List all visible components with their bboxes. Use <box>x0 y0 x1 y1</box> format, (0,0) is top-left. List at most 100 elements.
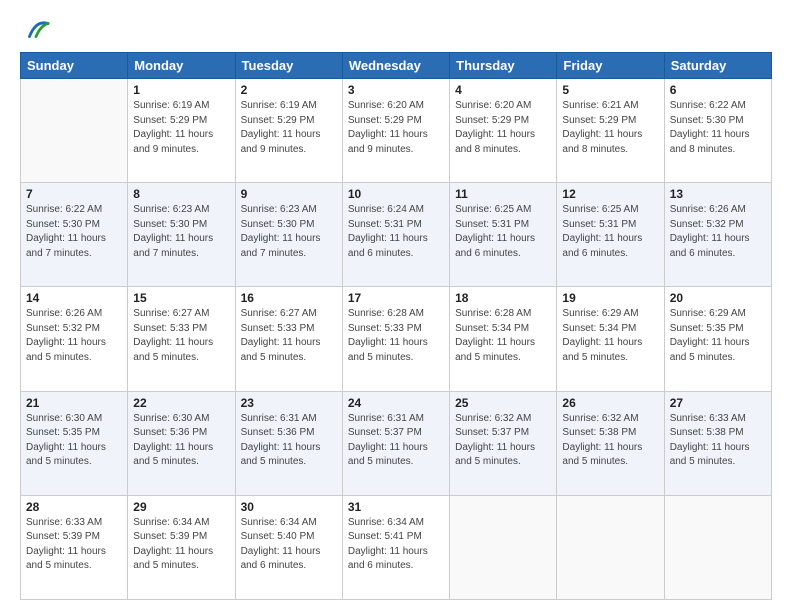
day-number: 25 <box>455 396 551 410</box>
calendar-day-cell: 17 Sunrise: 6:28 AM Sunset: 5:33 PM Dayli… <box>342 287 449 391</box>
weekday-header-saturday: Saturday <box>664 53 771 79</box>
calendar-day-cell: 10Sunrise: 6:24 AM Sunset: 5:31 PM Dayli… <box>342 183 449 287</box>
day-number: 8 <box>133 187 229 201</box>
calendar-day-cell: 26 Sunrise: 6:32 AM Sunset: 5:38 PM Dayli… <box>557 391 664 495</box>
calendar-day-cell <box>21 79 128 183</box>
day-info: Sunrise: 6:29 AM Sunset: 5:35 PM Dayligh… <box>670 307 766 365</box>
calendar-day-cell: 28Sunrise: 6:33 AM Sunset: 5:39 PM Dayli… <box>21 495 128 599</box>
day-number: 23 <box>241 396 337 410</box>
day-number: 17 <box>348 291 444 305</box>
calendar-day-cell: 30 Sunrise: 6:34 AM Sunset: 5:40 PM Dayli… <box>235 495 342 599</box>
day-info: Sunrise: 6:27 AM Sunset: 5:33 PM Dayligh… <box>133 307 229 365</box>
calendar-day-cell: 7 Sunrise: 6:22 AM Sunset: 5:30 PM Daylig… <box>21 183 128 287</box>
day-number: 26 <box>562 396 658 410</box>
calendar-day-cell: 27 Sunrise: 6:33 AM Sunset: 5:38 PM Dayli… <box>664 391 771 495</box>
day-number: 19 <box>562 291 658 305</box>
day-number: 7 <box>26 187 122 201</box>
calendar-day-cell: 1 Sunrise: 6:19 AM Sunset: 5:29 PM Daylig… <box>128 79 235 183</box>
calendar-day-cell: 14Sunrise: 6:26 AM Sunset: 5:32 PM Dayli… <box>21 287 128 391</box>
calendar-day-cell: 21 Sunrise: 6:30 AM Sunset: 5:35 PM Dayli… <box>21 391 128 495</box>
page: SundayMondayTuesdayWednesdayThursdayFrid… <box>0 0 792 612</box>
day-info: Sunrise: 6:31 AM Sunset: 5:36 PM Dayligh… <box>241 412 337 470</box>
weekday-header-monday: Monday <box>128 53 235 79</box>
weekday-header-friday: Friday <box>557 53 664 79</box>
day-info: Sunrise: 6:33 AM Sunset: 5:39 PM Dayligh… <box>26 516 122 574</box>
day-number: 5 <box>562 83 658 97</box>
day-info: Sunrise: 6:28 AM Sunset: 5:33 PM Dayligh… <box>348 307 444 365</box>
day-number: 24 <box>348 396 444 410</box>
day-number: 6 <box>670 83 766 97</box>
day-number: 20 <box>670 291 766 305</box>
weekday-header-row: SundayMondayTuesdayWednesdayThursdayFrid… <box>21 53 772 79</box>
day-number: 22 <box>133 396 229 410</box>
calendar-day-cell: 2Sunrise: 6:19 AM Sunset: 5:29 PM Daylig… <box>235 79 342 183</box>
day-info: Sunrise: 6:23 AM Sunset: 5:30 PM Dayligh… <box>133 203 229 261</box>
calendar-day-cell: 20 Sunrise: 6:29 AM Sunset: 5:35 PM Dayli… <box>664 287 771 391</box>
calendar-day-cell: 3 Sunrise: 6:20 AM Sunset: 5:29 PM Daylig… <box>342 79 449 183</box>
day-info: Sunrise: 6:34 AM Sunset: 5:41 PM Dayligh… <box>348 516 444 574</box>
day-info: Sunrise: 6:20 AM Sunset: 5:29 PM Dayligh… <box>455 99 551 157</box>
day-info: Sunrise: 6:32 AM Sunset: 5:38 PM Dayligh… <box>562 412 658 470</box>
calendar-day-cell: 16 Sunrise: 6:27 AM Sunset: 5:33 PM Dayli… <box>235 287 342 391</box>
calendar-day-cell <box>557 495 664 599</box>
day-number: 21 <box>26 396 122 410</box>
weekday-header-tuesday: Tuesday <box>235 53 342 79</box>
calendar-day-cell: 9 Sunrise: 6:23 AM Sunset: 5:30 PM Daylig… <box>235 183 342 287</box>
day-number: 30 <box>241 500 337 514</box>
day-info: Sunrise: 6:23 AM Sunset: 5:30 PM Dayligh… <box>241 203 337 261</box>
day-number: 12 <box>562 187 658 201</box>
day-info: Sunrise: 6:32 AM Sunset: 5:37 PM Dayligh… <box>455 412 551 470</box>
day-number: 14 <box>26 291 122 305</box>
logo-icon <box>22 16 50 44</box>
weekday-header-wednesday: Wednesday <box>342 53 449 79</box>
calendar-week-row: 21 Sunrise: 6:30 AM Sunset: 5:35 PM Dayli… <box>21 391 772 495</box>
day-info: Sunrise: 6:25 AM Sunset: 5:31 PM Dayligh… <box>455 203 551 261</box>
calendar-day-cell: 29Sunrise: 6:34 AM Sunset: 5:39 PM Dayli… <box>128 495 235 599</box>
calendar-day-cell: 18 Sunrise: 6:28 AM Sunset: 5:34 PM Dayli… <box>450 287 557 391</box>
day-info: Sunrise: 6:20 AM Sunset: 5:29 PM Dayligh… <box>348 99 444 157</box>
day-number: 16 <box>241 291 337 305</box>
day-info: Sunrise: 6:24 AM Sunset: 5:31 PM Dayligh… <box>348 203 444 261</box>
weekday-header-thursday: Thursday <box>450 53 557 79</box>
day-info: Sunrise: 6:19 AM Sunset: 5:29 PM Dayligh… <box>133 99 229 157</box>
day-info: Sunrise: 6:28 AM Sunset: 5:34 PM Dayligh… <box>455 307 551 365</box>
calendar-day-cell: 11Sunrise: 6:25 AM Sunset: 5:31 PM Dayli… <box>450 183 557 287</box>
calendar-day-cell: 24Sunrise: 6:31 AM Sunset: 5:37 PM Dayli… <box>342 391 449 495</box>
day-info: Sunrise: 6:30 AM Sunset: 5:36 PM Dayligh… <box>133 412 229 470</box>
calendar-day-cell: 12 Sunrise: 6:25 AM Sunset: 5:31 PM Dayli… <box>557 183 664 287</box>
calendar-day-cell: 8 Sunrise: 6:23 AM Sunset: 5:30 PM Daylig… <box>128 183 235 287</box>
calendar-day-cell: 19 Sunrise: 6:29 AM Sunset: 5:34 PM Dayli… <box>557 287 664 391</box>
calendar-day-cell: 6 Sunrise: 6:22 AM Sunset: 5:30 PM Daylig… <box>664 79 771 183</box>
day-info: Sunrise: 6:27 AM Sunset: 5:33 PM Dayligh… <box>241 307 337 365</box>
calendar-day-cell: 4Sunrise: 6:20 AM Sunset: 5:29 PM Daylig… <box>450 79 557 183</box>
calendar-day-cell: 22 Sunrise: 6:30 AM Sunset: 5:36 PM Dayli… <box>128 391 235 495</box>
day-info: Sunrise: 6:34 AM Sunset: 5:39 PM Dayligh… <box>133 516 229 574</box>
day-number: 13 <box>670 187 766 201</box>
logo <box>20 16 50 44</box>
day-info: Sunrise: 6:30 AM Sunset: 5:35 PM Dayligh… <box>26 412 122 470</box>
day-number: 3 <box>348 83 444 97</box>
calendar-day-cell: 25 Sunrise: 6:32 AM Sunset: 5:37 PM Dayli… <box>450 391 557 495</box>
day-info: Sunrise: 6:33 AM Sunset: 5:38 PM Dayligh… <box>670 412 766 470</box>
calendar-day-cell: 15 Sunrise: 6:27 AM Sunset: 5:33 PM Dayli… <box>128 287 235 391</box>
weekday-header-sunday: Sunday <box>21 53 128 79</box>
calendar-week-row: 28Sunrise: 6:33 AM Sunset: 5:39 PM Dayli… <box>21 495 772 599</box>
calendar-week-row: 7 Sunrise: 6:22 AM Sunset: 5:30 PM Daylig… <box>21 183 772 287</box>
calendar-day-cell: 13 Sunrise: 6:26 AM Sunset: 5:32 PM Dayli… <box>664 183 771 287</box>
day-info: Sunrise: 6:34 AM Sunset: 5:40 PM Dayligh… <box>241 516 337 574</box>
day-number: 31 <box>348 500 444 514</box>
day-info: Sunrise: 6:25 AM Sunset: 5:31 PM Dayligh… <box>562 203 658 261</box>
day-number: 1 <box>133 83 229 97</box>
calendar-day-cell <box>450 495 557 599</box>
day-number: 9 <box>241 187 337 201</box>
calendar-day-cell: 5Sunrise: 6:21 AM Sunset: 5:29 PM Daylig… <box>557 79 664 183</box>
day-info: Sunrise: 6:26 AM Sunset: 5:32 PM Dayligh… <box>670 203 766 261</box>
day-info: Sunrise: 6:22 AM Sunset: 5:30 PM Dayligh… <box>26 203 122 261</box>
calendar-week-row: 14Sunrise: 6:26 AM Sunset: 5:32 PM Dayli… <box>21 287 772 391</box>
day-number: 27 <box>670 396 766 410</box>
day-info: Sunrise: 6:29 AM Sunset: 5:34 PM Dayligh… <box>562 307 658 365</box>
day-number: 18 <box>455 291 551 305</box>
day-info: Sunrise: 6:22 AM Sunset: 5:30 PM Dayligh… <box>670 99 766 157</box>
calendar-week-row: 1 Sunrise: 6:19 AM Sunset: 5:29 PM Daylig… <box>21 79 772 183</box>
day-number: 15 <box>133 291 229 305</box>
